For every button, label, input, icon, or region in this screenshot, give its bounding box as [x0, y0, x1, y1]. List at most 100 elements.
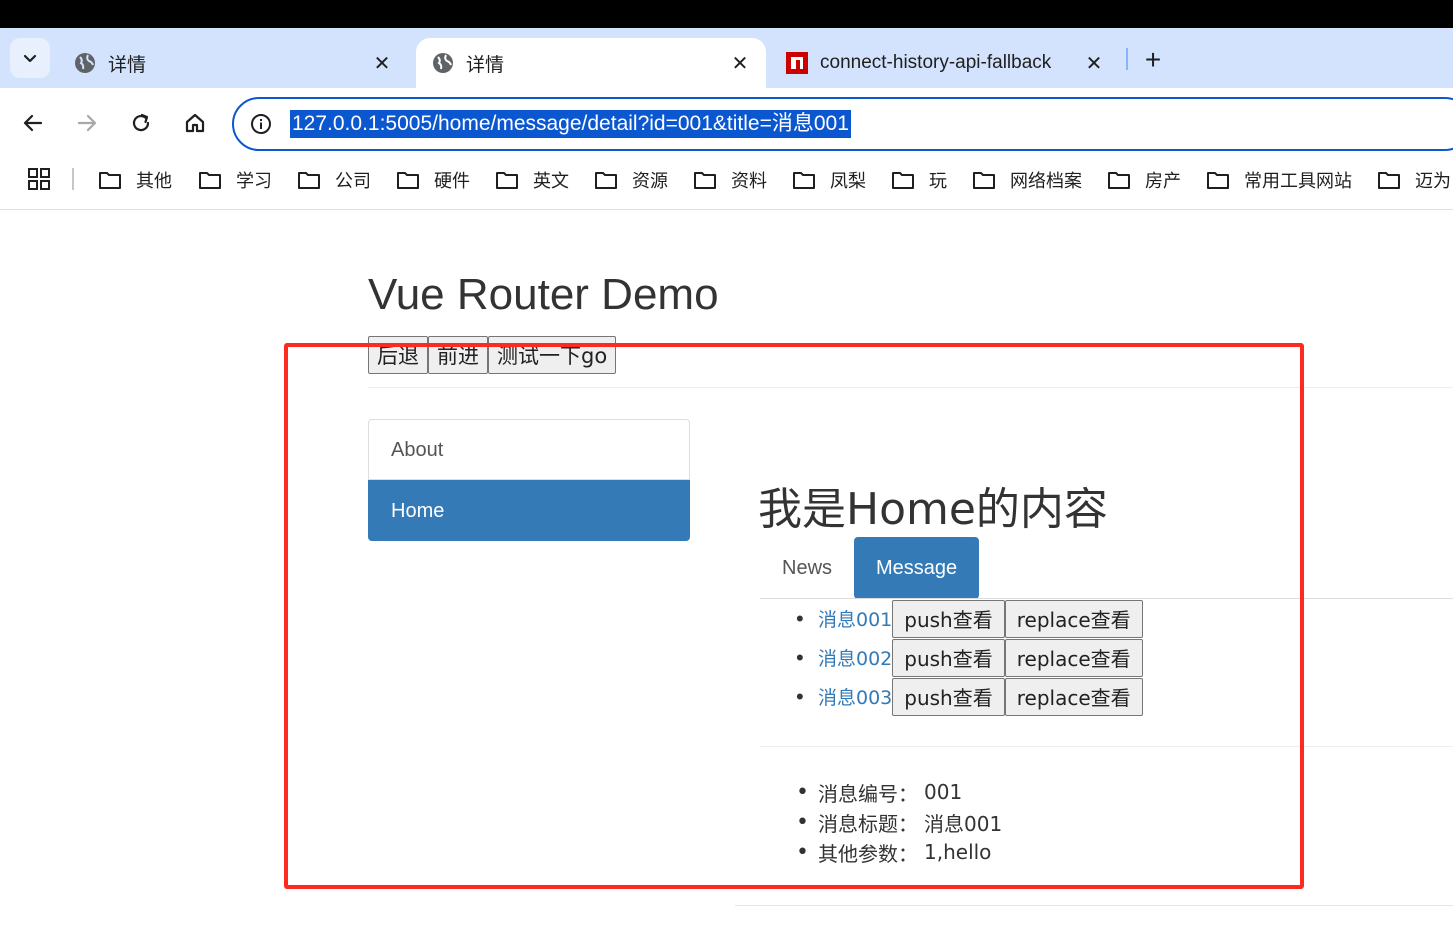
screen-top-bar — [0, 0, 1453, 28]
sidebar-item-about[interactable]: About — [368, 419, 690, 480]
bookmark-label: 英文 — [533, 171, 569, 191]
chevron-down-icon — [23, 54, 37, 63]
folder-icon — [99, 172, 121, 189]
list-item: 消息003 push查看 replace查看 — [796, 677, 1143, 716]
go-test-button[interactable]: 测试一下go — [488, 336, 617, 374]
folder-icon — [199, 172, 221, 189]
home-heading: 我是Home的内容 — [758, 484, 1108, 535]
home-subnav: News Message — [760, 537, 980, 599]
tab-title: 详情 — [108, 54, 147, 76]
back-history-button[interactable]: 后退 — [368, 336, 428, 374]
close-icon[interactable]: ✕ — [368, 49, 396, 77]
message-link[interactable]: 消息001 — [818, 605, 892, 632]
bookmark-item[interactable]: 其他 — [98, 166, 172, 194]
close-icon[interactable]: ✕ — [726, 49, 754, 77]
history-controls: 后退 前进 测试一下go — [368, 336, 617, 374]
folder-icon — [1207, 172, 1229, 189]
detail-label: 消息标题： — [818, 811, 918, 836]
bookmark-label: 其他 — [136, 171, 172, 191]
folder-icon — [694, 172, 716, 189]
tab-strip: 详情 ✕ 详情 ✕ connect-history-api-fallback ✕… — [0, 28, 1453, 88]
bookmark-label: 常用工具网站 — [1244, 171, 1352, 191]
bookmark-item[interactable]: 玩 — [891, 166, 947, 194]
replace-view-button[interactable]: replace查看 — [1004, 677, 1143, 716]
bookmark-item[interactable]: 迈为 — [1377, 166, 1451, 194]
folder-icon — [397, 172, 419, 189]
bookmark-label: 迈为 — [1415, 171, 1451, 191]
tab-news[interactable]: News — [760, 537, 854, 599]
list-item: 消息001 push查看 replace查看 — [796, 599, 1143, 638]
bookmark-label: 公司 — [335, 171, 371, 191]
bookmark-item[interactable]: 资料 — [693, 166, 767, 194]
tab-separator — [1126, 48, 1128, 70]
folder-icon — [892, 172, 914, 189]
close-icon[interactable]: ✕ — [1080, 49, 1108, 77]
push-view-button[interactable]: push查看 — [892, 599, 1005, 638]
bookmark-item[interactable]: 学习 — [198, 166, 272, 194]
info-icon[interactable] — [250, 113, 272, 135]
bookmark-item[interactable]: 英文 — [495, 166, 569, 194]
bookmarks-divider — [72, 168, 74, 190]
bookmark-item[interactable]: 网络档案 — [972, 166, 1082, 194]
page-content: Vue Router Demo 后退 前进 测试一下go About Home … — [0, 210, 1453, 937]
message-link[interactable]: 消息003 — [818, 683, 892, 710]
folder-icon — [1378, 172, 1400, 189]
bookmark-label: 凤梨 — [830, 171, 866, 191]
sidebar-nav: About Home — [368, 419, 690, 541]
push-view-button[interactable]: push查看 — [892, 638, 1005, 677]
home-button[interactable] — [178, 106, 212, 140]
bookmark-item[interactable]: 硬件 — [396, 166, 470, 194]
push-view-button[interactable]: push查看 — [892, 677, 1005, 716]
bookmark-item[interactable]: 资源 — [594, 166, 668, 194]
tab-connect-history[interactable]: connect-history-api-fallback ✕ — [770, 38, 1120, 88]
sidebar-item-home[interactable]: Home — [368, 480, 690, 541]
detail-row: 其他参数： 1,hello — [796, 837, 1002, 867]
tab-details-2[interactable]: 详情 ✕ — [416, 38, 766, 88]
detail-label: 其他参数： — [818, 841, 918, 866]
replace-view-button[interactable]: replace查看 — [1004, 638, 1143, 677]
apps-grid-icon[interactable] — [28, 168, 50, 190]
bookmark-item[interactable]: 常用工具网站 — [1206, 166, 1352, 194]
browser-toolbar: 127.0.0.1:5005/home/message/detail?id=00… — [0, 88, 1453, 158]
header-divider — [368, 387, 1453, 388]
forward-button[interactable] — [70, 106, 104, 140]
detail-divider — [760, 746, 1453, 747]
detail-value: 消息001 — [924, 811, 1003, 836]
bookmark-label: 资源 — [632, 171, 668, 191]
home-icon — [185, 113, 205, 133]
folder-icon — [973, 172, 995, 189]
reload-icon — [132, 113, 150, 132]
globe-icon — [74, 52, 96, 74]
replace-view-button[interactable]: replace查看 — [1004, 599, 1143, 638]
tab-title: connect-history-api-fallback — [820, 52, 1052, 73]
forward-history-button[interactable]: 前进 — [428, 336, 488, 374]
tab-search-button[interactable] — [10, 38, 50, 78]
list-item: 消息002 push查看 replace查看 — [796, 638, 1143, 677]
reload-button[interactable] — [124, 106, 158, 140]
bookmark-item[interactable]: 凤梨 — [792, 166, 866, 194]
tab-details-1[interactable]: 详情 ✕ — [58, 38, 408, 88]
message-detail: 消息编号： 001 消息标题： 消息001 其他参数： 1,hello — [796, 777, 1003, 867]
page-title: Vue Router Demo — [368, 270, 719, 319]
npm-icon — [786, 52, 808, 74]
back-button[interactable] — [16, 106, 50, 140]
folder-icon — [1108, 172, 1130, 189]
detail-label: 消息编号： — [818, 781, 918, 806]
new-tab-button[interactable]: + — [1138, 44, 1168, 75]
bookmark-label: 房产 — [1145, 171, 1181, 191]
bookmark-label: 学习 — [236, 171, 272, 191]
url-text[interactable]: 127.0.0.1:5005/home/message/detail?id=00… — [290, 110, 851, 138]
detail-row: 消息编号： 001 — [796, 777, 1002, 807]
detail-value: 1,hello — [924, 840, 992, 864]
tab-message[interactable]: Message — [854, 537, 980, 599]
bookmark-label: 硬件 — [434, 171, 470, 191]
bookmark-item[interactable]: 房产 — [1107, 166, 1181, 194]
bookmark-item[interactable]: 公司 — [297, 166, 371, 194]
bookmark-label: 资料 — [731, 171, 767, 191]
detail-value: 001 — [924, 780, 963, 804]
message-list: 消息001 push查看 replace查看 消息002 push查看 repl… — [796, 599, 1143, 716]
message-link[interactable]: 消息002 — [818, 644, 892, 671]
folder-icon — [595, 172, 617, 189]
address-bar[interactable]: 127.0.0.1:5005/home/message/detail?id=00… — [232, 97, 1453, 151]
tab-title: 详情 — [466, 54, 505, 76]
